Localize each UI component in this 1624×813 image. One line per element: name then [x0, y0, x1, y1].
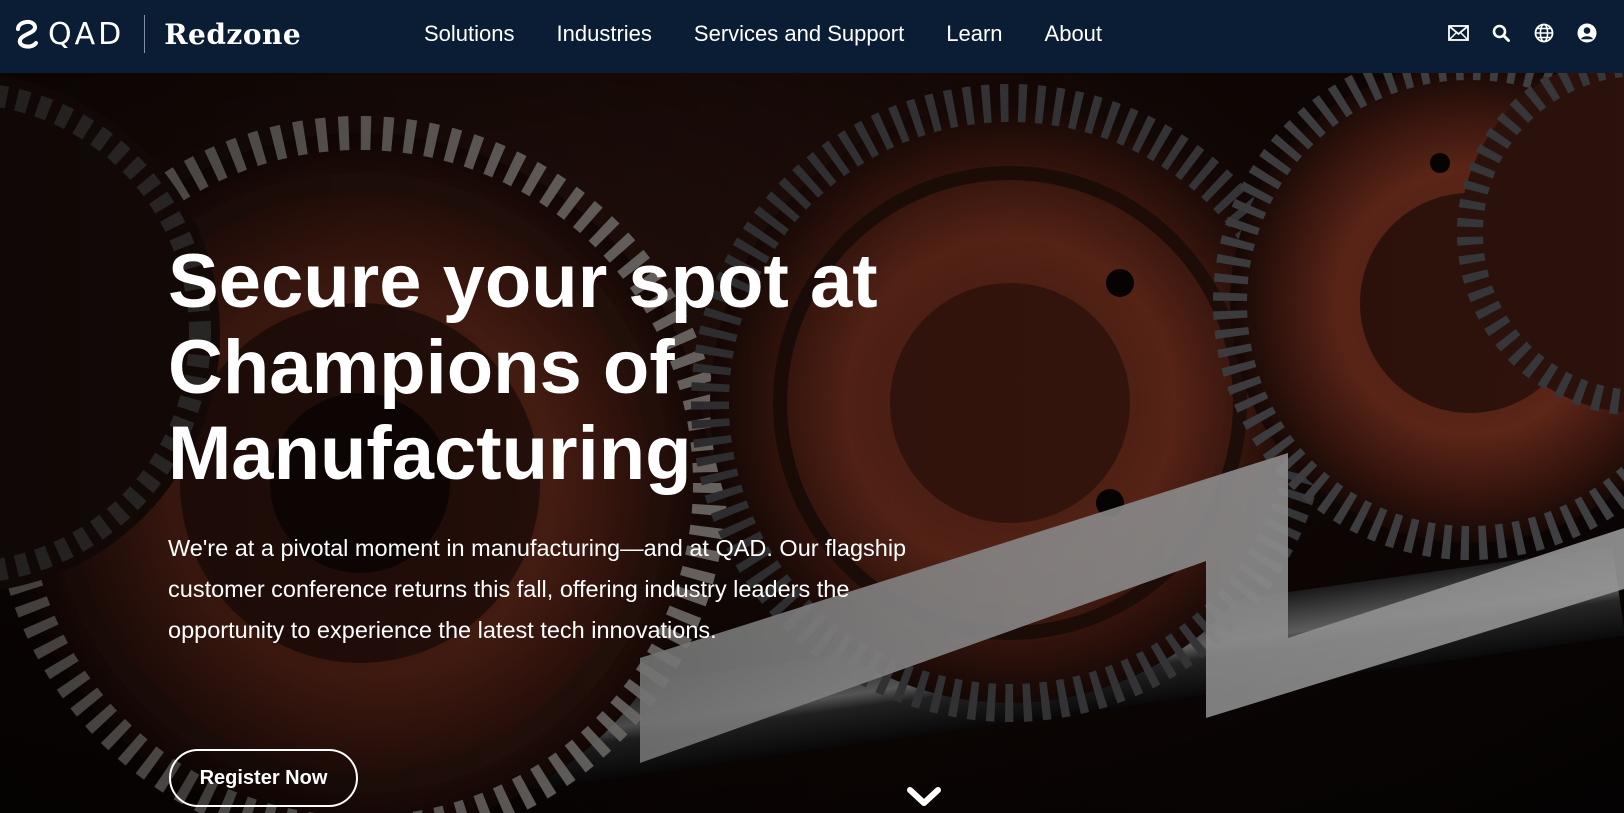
nav-industries[interactable]: Industries: [557, 21, 652, 47]
redzone-logo[interactable]: Redzone: [164, 18, 301, 51]
top-navigation-bar: QAD Redzone Solutions Industries Service…: [0, 0, 1624, 73]
hero-title: Secure your spot at Champions of Manufac…: [168, 239, 878, 496]
nav-learn[interactable]: Learn: [946, 21, 1002, 47]
mail-icon[interactable]: [1447, 22, 1469, 44]
qad-logo[interactable]: QAD: [14, 17, 124, 52]
utility-icons: [1426, 22, 1598, 44]
qad-swirl-icon: [16, 20, 38, 49]
nav-solutions[interactable]: Solutions: [424, 21, 515, 47]
qad-wordmark: QAD: [48, 16, 125, 52]
page: QAD Redzone Solutions Industries Service…: [0, 0, 1624, 813]
nav-about[interactable]: About: [1045, 21, 1103, 47]
hero-description: We're at a pivotal moment in manufacturi…: [168, 535, 907, 643]
nav-services-and-support[interactable]: Services and Support: [694, 21, 904, 47]
register-now-button[interactable]: Register Now: [169, 749, 358, 807]
brand-logos[interactable]: QAD Redzone: [14, 12, 301, 56]
brand-divider: [144, 15, 146, 53]
chevron-down-icon[interactable]: [906, 785, 942, 809]
globe-icon[interactable]: [1533, 22, 1555, 44]
main-nav: Solutions Industries Services and Suppor…: [424, 0, 1144, 68]
user-account-icon[interactable]: [1576, 22, 1598, 44]
hero-banner: Secure your spot at Champions of Manufac…: [0, 73, 1624, 813]
search-icon[interactable]: [1490, 22, 1512, 44]
